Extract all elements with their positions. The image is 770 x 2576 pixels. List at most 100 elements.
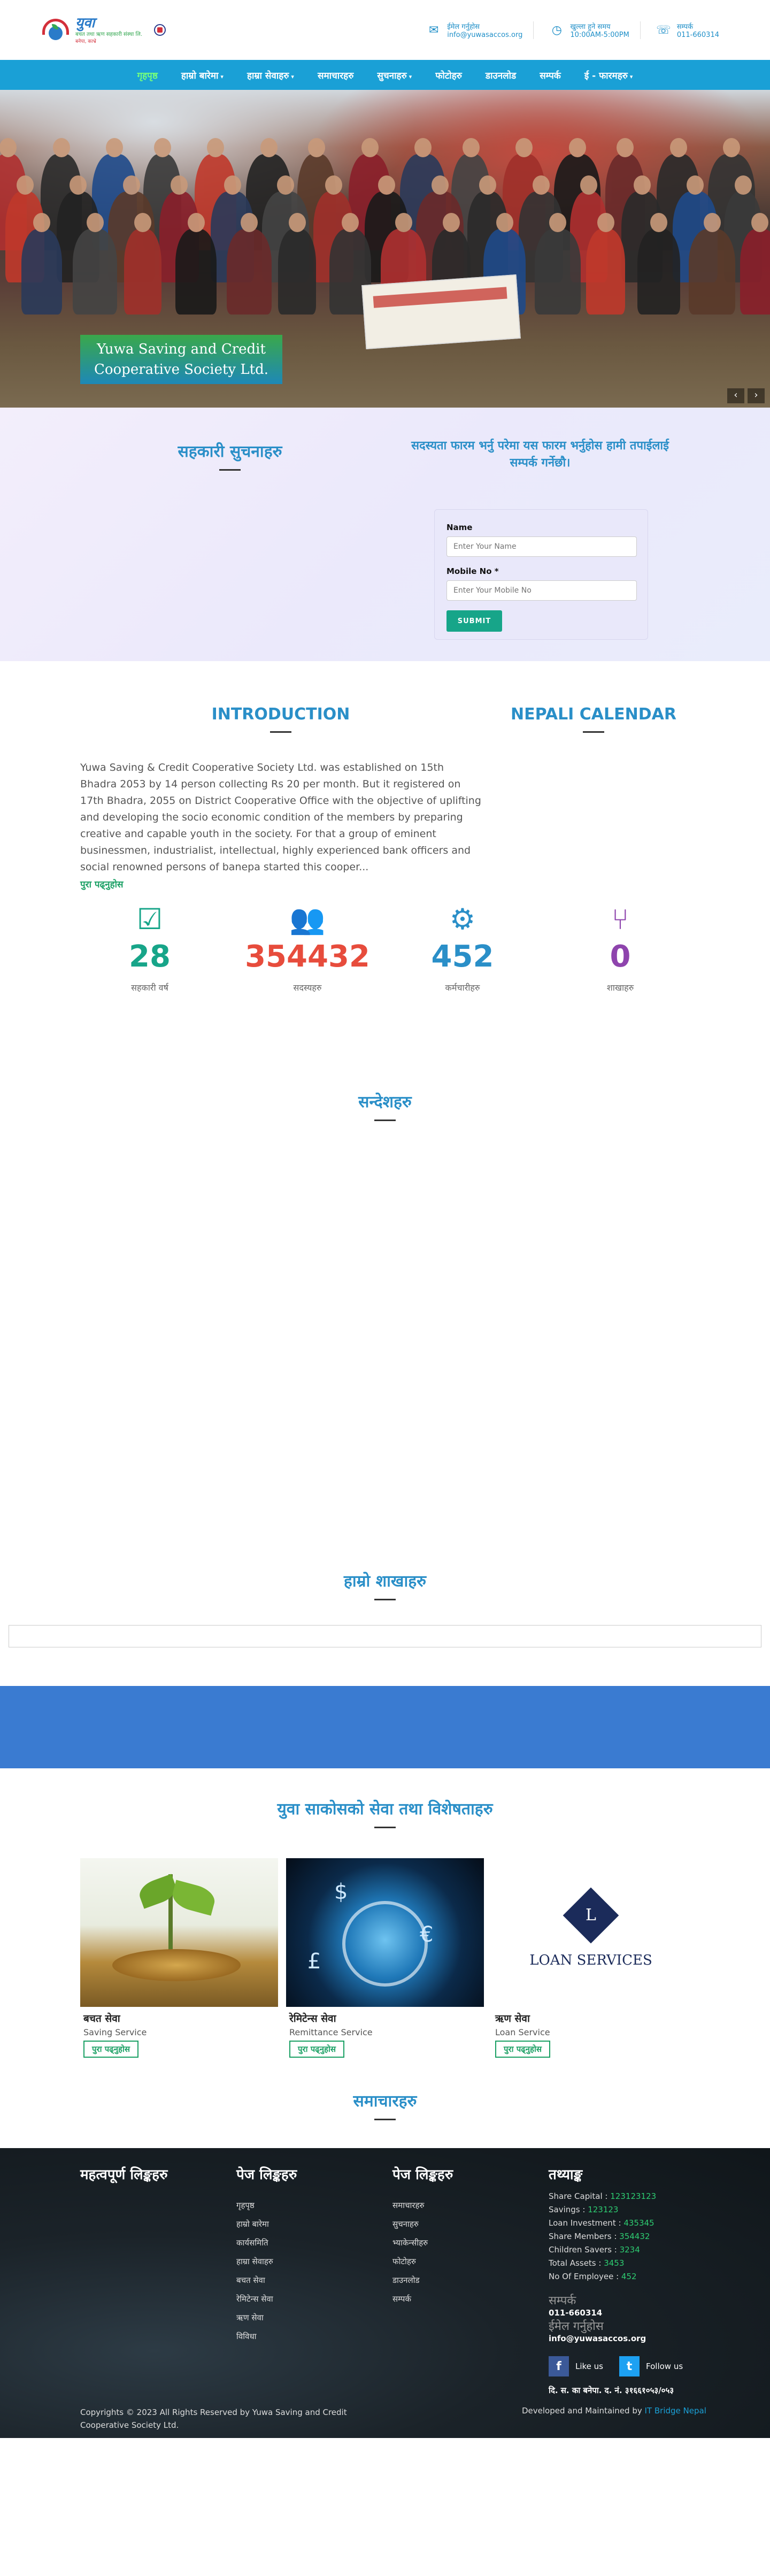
contact-email[interactable]: ✉ ईमेल गर्नुहोस info@yuwasaccos.org xyxy=(426,21,534,39)
branches-section: हाम्रो शाखाहरु xyxy=(0,1565,770,1665)
fact-label: Savings : xyxy=(549,2205,586,2214)
footer-email[interactable]: info@yuwasaccos.org xyxy=(549,2334,683,2343)
contact-phone[interactable]: ☏ सम्पर्क 011-660314 xyxy=(656,21,730,39)
fact-value: 3453 xyxy=(604,2258,625,2268)
contact-hours: ◷ खुल्ला हुने समय 10:00AM-5:00PM xyxy=(549,21,641,39)
fact-value: 435345 xyxy=(623,2218,654,2228)
read-more-link[interactable]: पुरा पढ्नुहोस xyxy=(80,878,124,890)
nepali-calendar-title: NEPALI CALENDAR xyxy=(511,705,676,724)
fact-value: 3234 xyxy=(619,2245,640,2255)
next-slide-button[interactable]: › xyxy=(748,388,765,403)
membership-form: Name Mobile No * SUBMIT xyxy=(434,509,648,640)
blue-banner xyxy=(0,1686,770,1768)
title-divider xyxy=(374,2119,396,2120)
chevron-down-icon: ▾ xyxy=(220,73,224,80)
remittance-read-more-button[interactable]: पुरा पढ्नुहोस xyxy=(289,2041,345,2058)
footer-email-label: ईमेल गर्नुहोस xyxy=(549,2320,604,2333)
saving-read-more-button[interactable]: पुरा पढ्नुहोस xyxy=(83,2041,139,2058)
footer-link[interactable]: सम्पर्क xyxy=(392,2290,453,2309)
loan-read-more-button[interactable]: पुरा पढ्नुहोस xyxy=(495,2041,551,2058)
site-footer: महत्वपूर्ण लिङ्कहरु पेज लिङ्कहरु गृहपृष्… xyxy=(0,2148,770,2438)
service-card-loan: L LOAN SERVICES ऋण सेवा Loan Service पुर… xyxy=(492,1858,690,2058)
nav-item-4[interactable]: सुचनाहरु ▾ xyxy=(377,69,412,81)
footer-link[interactable]: सुचनाहरु xyxy=(392,2215,453,2234)
service-subtitle: Loan Service xyxy=(495,2027,550,2037)
footer-link[interactable]: हाम्रा सेवाहरु xyxy=(236,2252,297,2271)
nav-item-8[interactable]: ई - फारमहरु ▾ xyxy=(584,69,633,81)
facebook-link[interactable]: f Like us xyxy=(549,2356,603,2376)
notice-title: सहकारी सुचनाहरु xyxy=(178,442,282,461)
footer-link[interactable]: समाचारहरु xyxy=(392,2196,453,2215)
fact-row: Share Capital : 123123123 xyxy=(549,2190,683,2203)
chevron-down-icon: ▾ xyxy=(629,73,633,80)
nav-item-7[interactable]: सम्पर्क xyxy=(540,69,561,81)
service-name: बचत सेवा xyxy=(83,2013,120,2025)
footer-link[interactable]: रेमिटेन्स सेवा xyxy=(236,2290,297,2309)
messages-title: सन्देशहरु xyxy=(358,1093,412,1111)
developer-prefix: Developed and Maintained by xyxy=(522,2406,642,2416)
phone-icon: ☏ xyxy=(656,23,671,37)
nav-item-2[interactable]: हाम्रा सेवाहरु ▾ xyxy=(247,69,294,81)
page-links-title: पेज लिङ्कहरु xyxy=(392,2167,453,2183)
users-icon: 👥 xyxy=(289,902,326,936)
loan-image-text: LOAN SERVICES xyxy=(529,1952,652,1968)
stat-label: सहकारी वर्ष xyxy=(131,983,168,993)
services-title: युवा साकोसको सेवा तथा विशेषताहरु xyxy=(277,1800,493,1819)
footer-link[interactable]: भ्याकेन्सीहरु xyxy=(392,2234,453,2252)
nav-item-0[interactable]: गृहपृष्ठ xyxy=(137,69,158,81)
stat-value: 354432 xyxy=(245,939,370,974)
stat-0: ☑ 28 सहकारी वर्ष xyxy=(70,902,230,993)
name-input[interactable] xyxy=(446,536,637,557)
title-divider xyxy=(374,1599,396,1600)
footer-link[interactable]: ऋण सेवा xyxy=(236,2309,297,2327)
contact-label: खुल्ला हुने समय xyxy=(570,22,611,31)
chevron-down-icon: ▾ xyxy=(409,73,412,80)
nav-item-1[interactable]: हाम्रो बारेमा ▾ xyxy=(181,69,224,81)
page-links-title: पेज लिङ्कहरु xyxy=(236,2167,297,2183)
footer-link[interactable]: बचत सेवा xyxy=(236,2271,297,2290)
main-nav: गृहपृष्ठ हाम्रो बारेमा ▾ हाम्रा सेवाहरु ▾ समा… xyxy=(0,60,770,90)
fact-row: No Of Employee : 452 xyxy=(549,2270,683,2283)
stats-section: ☑ 28 सहकारी वर्ष 👥 354432 सदस्यहरु ⚙ 452 कर्मचार… xyxy=(0,902,770,1062)
stat-value: 452 xyxy=(431,939,494,974)
facts-column: तथ्याङ्क Share Capital : 123123123 Saving… xyxy=(549,2164,683,2396)
twitter-icon: t xyxy=(619,2356,640,2376)
nav-item-3[interactable]: समाचारहरु xyxy=(318,69,353,81)
nav-item-label: गृहपृष्ठ xyxy=(137,70,158,81)
footer-link[interactable]: कार्यसमिति xyxy=(236,2234,297,2252)
contact-value: 011-660314 xyxy=(676,30,719,39)
site-logo[interactable]: युवा बचत तथा ऋण सहकारी संस्था लि. बनेपा,… xyxy=(40,14,166,45)
fact-row: Total Assets : 3453 xyxy=(549,2257,683,2270)
emblem-icon xyxy=(154,24,166,36)
services-section: युवा साकोसको सेवा तथा विशेषताहरु बचत सेव… xyxy=(0,1768,770,2073)
fact-label: Loan Investment : xyxy=(549,2218,621,2228)
fact-value: 123123123 xyxy=(610,2191,657,2201)
nav-item-label: ई - फारमहरु xyxy=(584,70,628,81)
contact-value: info@yuwasaccos.org xyxy=(447,30,523,39)
footer-link[interactable]: विविधा xyxy=(236,2327,297,2346)
footer-link[interactable]: गृहपृष्ठ xyxy=(236,2196,297,2215)
top-header: युवा बचत तथा ऋण सहकारी संस्था लि. बनेपा,… xyxy=(0,0,770,60)
stat-label: सदस्यहरु xyxy=(293,983,322,993)
footer-phone[interactable]: 011-660314 xyxy=(549,2308,683,2318)
mobile-input[interactable] xyxy=(446,580,637,601)
developer-link[interactable]: IT Bridge Nepal xyxy=(645,2406,706,2416)
fact-row: Share Members : 354432 xyxy=(549,2230,683,2243)
fact-row: Children Savers : 3234 xyxy=(549,2243,683,2257)
footer-link[interactable]: हाम्रो बारेमा xyxy=(236,2215,297,2234)
footer-link[interactable]: डाउनलोड xyxy=(392,2271,453,2290)
nav-item-6[interactable]: डाउनलोड xyxy=(486,69,516,81)
submit-button[interactable]: SUBMIT xyxy=(446,610,502,632)
fact-row: Savings : 123123 xyxy=(549,2203,683,2217)
twitter-link[interactable]: t Follow us xyxy=(619,2356,683,2376)
header-contacts: ✉ ईमेल गर्नुहोस info@yuwasaccos.org ◷ खु… xyxy=(426,21,730,39)
news-section: समाचारहरु xyxy=(0,2073,770,2148)
twitter-label: Follow us xyxy=(646,2362,683,2371)
nav-item-5[interactable]: फोटोहरु xyxy=(435,69,462,81)
prev-slide-button[interactable]: ‹ xyxy=(727,388,744,403)
footer-link[interactable]: फोटोहरु xyxy=(392,2252,453,2271)
nav-item-label: सुचनाहरु xyxy=(377,70,407,81)
stat-label: शाखाहरु xyxy=(606,983,634,993)
notice-section: सहकारी सुचनाहरु सदस्यता फारम भर्नु परेमा… xyxy=(0,408,770,661)
nav-item-label: फोटोहरु xyxy=(435,70,462,81)
